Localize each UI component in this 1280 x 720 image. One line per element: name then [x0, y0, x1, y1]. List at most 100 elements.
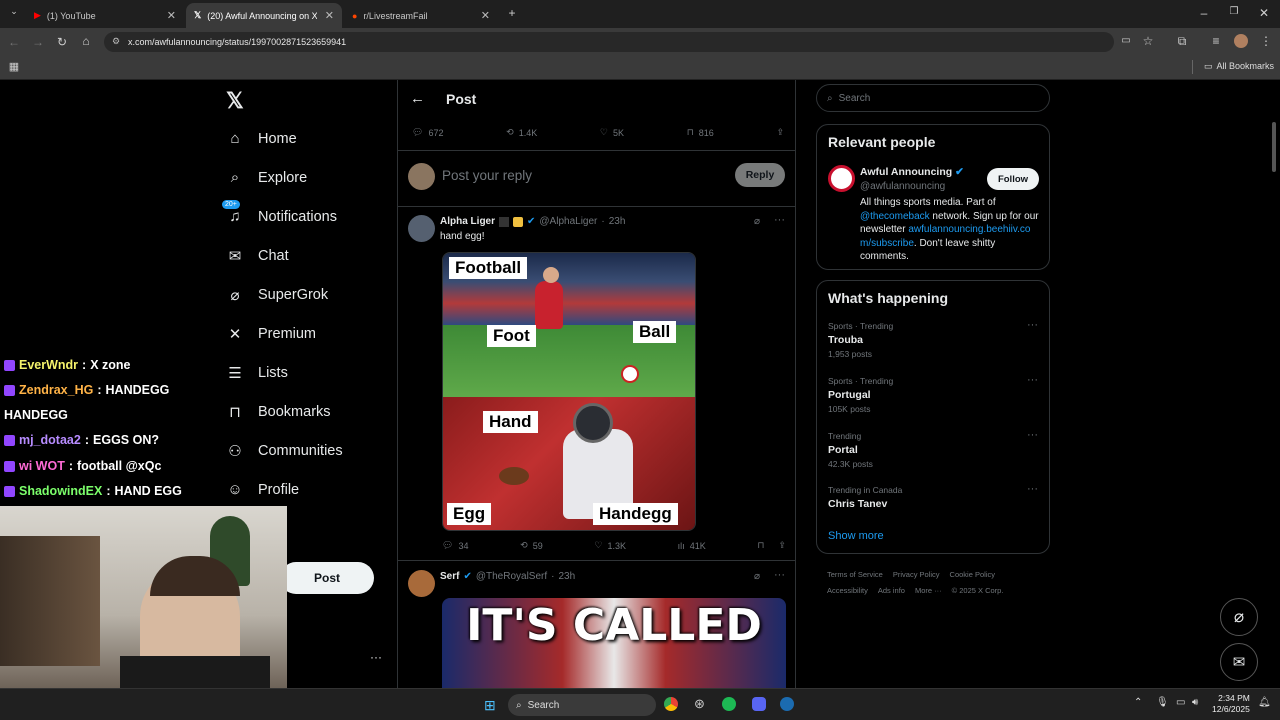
- back-icon[interactable]: ←: [6, 35, 22, 49]
- nav-item-home[interactable]: ⌂ Home: [226, 130, 296, 147]
- tab-reddit[interactable]: ● r/LivestreamFail ✕: [344, 3, 498, 28]
- extensions-icon[interactable]: ⧉: [1174, 34, 1190, 49]
- footer-link[interactable]: Terms of Service: [827, 570, 883, 579]
- repost-stat[interactable]: ⟲ 1.4K: [506, 127, 537, 138]
- timestamp[interactable]: 23h: [609, 216, 626, 227]
- more-options-icon[interactable]: ···: [1027, 483, 1038, 495]
- home-icon[interactable]: ⌂: [78, 34, 94, 48]
- more-options-icon[interactable]: ···: [1027, 429, 1038, 441]
- close-window-icon[interactable]: ✕: [1256, 6, 1272, 20]
- like-stat[interactable]: ♡ 1.3K: [594, 540, 626, 551]
- meme-image[interactable]: IT'S CALLED: [442, 598, 786, 688]
- more-icon[interactable]: ···: [370, 650, 382, 664]
- author-handle[interactable]: @AlphaLiger: [539, 216, 597, 227]
- search-input[interactable]: ⌕ Search: [816, 84, 1050, 112]
- nav-item-communities[interactable]: ⚇ Communities: [226, 442, 342, 460]
- nav-item-premium[interactable]: ✕ Premium: [226, 325, 316, 343]
- back-arrow-icon[interactable]: ←: [410, 90, 425, 107]
- close-tab-icon[interactable]: ✕: [481, 9, 490, 22]
- more-options-icon[interactable]: ···: [774, 214, 785, 226]
- nav-item-profile[interactable]: ☺ Profile: [226, 481, 299, 498]
- trend-topic[interactable]: Portugal: [828, 389, 871, 401]
- author-name[interactable]: Serf: [440, 571, 459, 582]
- more-options-icon[interactable]: ···: [1027, 319, 1038, 331]
- tray-chevron-icon[interactable]: ⌃: [1134, 697, 1142, 708]
- taskbar-search[interactable]: ⌕ Search: [508, 694, 656, 716]
- start-icon[interactable]: ⊞: [484, 697, 496, 714]
- like-stat[interactable]: ♡ 5K: [600, 127, 624, 138]
- grok-icon[interactable]: ⌀: [754, 216, 760, 227]
- person-name[interactable]: Awful Announcing ✔: [860, 166, 964, 178]
- footer-link[interactable]: Privacy Policy: [893, 570, 940, 579]
- chrome-icon[interactable]: [664, 697, 678, 711]
- cast-icon[interactable]: ▭: [1118, 35, 1134, 46]
- timestamp[interactable]: 23h: [558, 571, 575, 582]
- trend-topic[interactable]: Trouba: [828, 334, 863, 346]
- post-button[interactable]: Post: [280, 562, 374, 594]
- avatar[interactable]: [408, 570, 435, 597]
- messages-float-icon[interactable]: ✉: [1220, 643, 1258, 681]
- tab-menu-icon[interactable]: ⌄: [6, 6, 22, 17]
- nav-item-bookmarks[interactable]: ⊓ Bookmarks: [226, 403, 330, 421]
- nav-item-chat[interactable]: ✉ Chat: [226, 247, 289, 265]
- bookmark-stat[interactable]: ⊓ 816: [687, 127, 714, 138]
- close-tab-icon[interactable]: ✕: [167, 9, 176, 22]
- avatar[interactable]: [828, 165, 855, 192]
- nav-item-supergrok[interactable]: ⌀ SuperGrok: [226, 286, 328, 304]
- tab-youtube[interactable]: ▶ (1) YouTube ✕: [26, 3, 184, 28]
- grok-float-icon[interactable]: ⌀: [1220, 598, 1258, 636]
- author-handle[interactable]: @TheRoyalSerf: [476, 571, 547, 582]
- forward-icon[interactable]: →: [30, 35, 46, 49]
- reply-stat[interactable]: 💬︎ 672: [412, 127, 443, 138]
- app-icon[interactable]: ⊛: [694, 696, 705, 712]
- reload-icon[interactable]: ↻: [54, 35, 70, 49]
- browser-menu-icon[interactable]: ⋮: [1258, 34, 1274, 48]
- site-info-icon[interactable]: ⚙: [112, 36, 120, 47]
- notification-icon[interactable]: 🔔︎: [1258, 697, 1271, 708]
- share-icon[interactable]: ⇪: [776, 127, 784, 138]
- footer-link[interactable]: © 2025 X Corp.: [952, 586, 1004, 595]
- trend-topic[interactable]: Portal: [828, 444, 858, 456]
- footer-link[interactable]: More ···: [915, 586, 942, 595]
- clock[interactable]: 2:34 PM 12/6/2025: [1212, 693, 1250, 715]
- restore-icon[interactable]: ❐: [1226, 6, 1242, 17]
- avatar[interactable]: [408, 215, 435, 242]
- grok-icon[interactable]: ⌀: [754, 571, 760, 582]
- meme-image[interactable]: Football Foot Ball Hand Egg Handegg: [442, 252, 696, 531]
- reply-input[interactable]: Post your reply: [442, 168, 532, 183]
- person-handle[interactable]: @awfulannouncing: [860, 181, 945, 192]
- nav-item-notifications[interactable]: ♫ Notifications 20+: [222, 200, 337, 225]
- reply-stat[interactable]: 💬︎ 34: [442, 540, 468, 551]
- new-tab-icon[interactable]: +: [504, 6, 520, 20]
- volume-icon[interactable]: 🔊︎: [1192, 697, 1198, 708]
- profile-avatar[interactable]: [1234, 34, 1248, 48]
- trend-topic[interactable]: Chris Tanev: [828, 498, 887, 510]
- views-stat[interactable]: ılı 41K: [678, 540, 706, 551]
- tab-x-post[interactable]: 𝕏 (20) Awful Announcing on X: "I ✕: [186, 3, 342, 28]
- scrollbar-thumb[interactable]: [1272, 122, 1276, 172]
- follow-button[interactable]: Follow: [987, 168, 1039, 190]
- mention-link[interactable]: @thecomeback: [860, 211, 930, 222]
- apps-grid-icon[interactable]: ▦: [6, 60, 22, 73]
- minimize-icon[interactable]: –: [1196, 6, 1212, 20]
- all-bookmarks-button[interactable]: ▭ All Bookmarks: [1204, 61, 1274, 72]
- repost-stat[interactable]: ⟲ 59: [520, 540, 543, 551]
- url-field[interactable]: ⚙ x.com/awfulannouncing/status/199700287…: [104, 32, 1114, 52]
- more-options-icon[interactable]: ···: [1027, 374, 1038, 386]
- nav-item-lists[interactable]: ☰ Lists: [226, 364, 288, 382]
- close-tab-icon[interactable]: ✕: [325, 9, 334, 22]
- footer-link[interactable]: Accessibility: [827, 586, 868, 595]
- author-name[interactable]: Alpha Liger: [440, 216, 495, 227]
- nav-item-explore[interactable]: ⌕ Explore: [226, 169, 307, 186]
- bookmark-icon[interactable]: ⊓: [757, 540, 764, 551]
- x-logo-icon[interactable]: 𝕏: [226, 88, 244, 114]
- steam-icon[interactable]: [780, 697, 794, 711]
- spotify-icon[interactable]: [722, 697, 736, 711]
- share-icon[interactable]: ⇪: [778, 540, 786, 551]
- network-icon[interactable]: ▭: [1176, 697, 1185, 708]
- more-options-icon[interactable]: ···: [774, 569, 785, 581]
- reply-button[interactable]: Reply: [735, 163, 785, 187]
- footer-link[interactable]: Ads info: [878, 586, 905, 595]
- star-icon[interactable]: ☆: [1140, 34, 1156, 48]
- discord-icon[interactable]: [752, 697, 766, 711]
